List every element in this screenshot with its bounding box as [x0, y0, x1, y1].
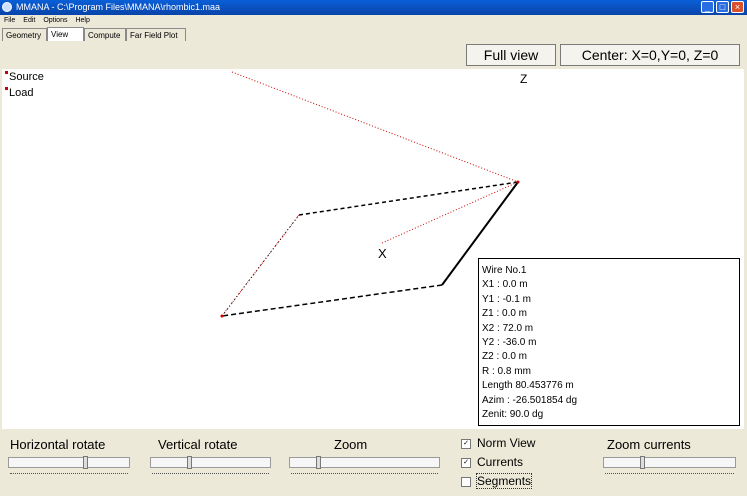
full-view-button[interactable]: Full view	[466, 44, 556, 66]
wire-bottom-edge	[221, 284, 443, 317]
wire-info-line: R : 0.8 mm	[482, 365, 531, 377]
horizontal-rotate-slider[interactable]	[8, 457, 130, 468]
menu-help[interactable]: Help	[71, 15, 93, 27]
app-icon	[2, 2, 12, 12]
zoom-ticks	[291, 471, 438, 474]
zoom-slider[interactable]	[289, 457, 440, 468]
view-controls-panel: Horizontal rotate Vertical rotate Zoom ✓…	[0, 429, 747, 496]
window-title: MMANA - C:\Program Files\MMANA\rhombic1.…	[16, 2, 221, 12]
menu-file[interactable]: File	[0, 15, 19, 27]
segments-label: Segments	[475, 473, 533, 489]
wire-info-panel: Wire No.1 X1 : 0.0 m Y1 : -0.1 m Z1 : 0.…	[478, 258, 740, 426]
center-button[interactable]: Center: X=0,Y=0, Z=0	[560, 44, 740, 66]
source-point	[516, 180, 520, 184]
wire-info-line: X1 : 0.0 m	[482, 279, 528, 291]
vertical-rotate-label: Vertical rotate	[158, 437, 238, 452]
norm-view-checkbox[interactable]: ✓ Norm View	[461, 436, 535, 450]
wire-top-edge	[298, 181, 519, 216]
menu-bar: File Edit Options Help	[0, 15, 747, 27]
wire-info-line: Y2 : -36.0 m	[482, 336, 537, 348]
title-bar: MMANA - C:\Program Files\MMANA\rhombic1.…	[0, 0, 747, 15]
vertical-rotate-slider[interactable]	[150, 457, 271, 468]
segments-checkbox[interactable]: Segments	[461, 473, 533, 489]
zoom-currents-label: Zoom currents	[607, 437, 691, 452]
current-line-center	[381, 181, 519, 244]
wire-info-line: Length 80.453776 m	[482, 380, 574, 392]
zoom-currents-ticks	[605, 471, 734, 474]
currents-label: Currents	[477, 455, 524, 469]
wire-info-line: Y1 : -0.1 m	[482, 293, 531, 305]
horizontal-rotate-label: Horizontal rotate	[10, 437, 106, 452]
tab-far-field-plot[interactable]: Far Field Plot	[126, 28, 186, 41]
vertical-rotate-thumb[interactable]	[187, 456, 192, 469]
currents-checkbox[interactable]: ✓ Currents	[461, 455, 523, 469]
zoom-label: Zoom	[334, 437, 368, 452]
horizontal-rotate-ticks	[10, 471, 128, 474]
horizontal-rotate-thumb[interactable]	[83, 456, 88, 469]
wire-info-line: X2 : 72.0 m	[482, 322, 534, 334]
norm-view-label: Norm View	[477, 436, 536, 450]
zoom-currents-slider[interactable]	[603, 457, 736, 468]
tab-compute[interactable]: Compute	[84, 28, 126, 41]
zoom-thumb[interactable]	[316, 456, 321, 469]
wire-info-line: Azim : -26.501854 dg	[482, 394, 578, 406]
maximize-button[interactable]: □	[716, 1, 729, 13]
currents-check-icon[interactable]: ✓	[461, 457, 471, 468]
wire-info-line: Z1 : 0.0 m	[482, 308, 528, 320]
vertical-rotate-ticks	[152, 471, 269, 474]
current-line-left	[221, 214, 300, 317]
z-axis-label: Z	[520, 72, 527, 86]
zoom-currents-thumb[interactable]	[640, 456, 645, 469]
menu-edit[interactable]: Edit	[19, 15, 39, 27]
norm-view-check-icon[interactable]: ✓	[461, 438, 471, 449]
minimize-button[interactable]: _	[701, 1, 714, 13]
close-button[interactable]: ×	[731, 1, 744, 13]
origin-marker: X	[378, 246, 387, 261]
menu-options[interactable]: Options	[39, 15, 71, 27]
wire-info-line: Zenit: 90.0 dg	[482, 408, 544, 420]
load-point	[220, 314, 224, 318]
wire-info-line: Wire No.1	[482, 265, 527, 276]
tab-view[interactable]: View	[47, 27, 84, 41]
segments-check-icon[interactable]	[461, 476, 471, 487]
wire-info-line: Z2 : 0.0 m	[482, 351, 528, 363]
tab-geometry[interactable]: Geometry	[2, 28, 47, 41]
current-line-upper	[231, 71, 519, 183]
